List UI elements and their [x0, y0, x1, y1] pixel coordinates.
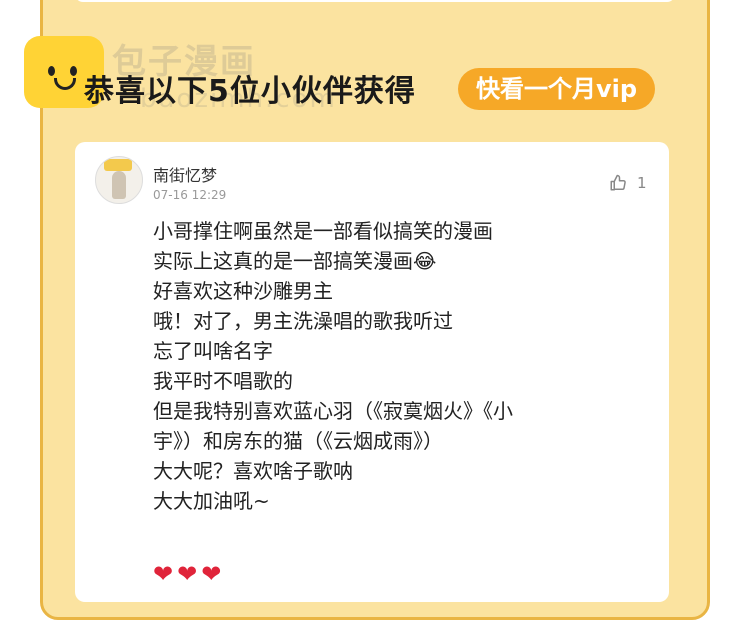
like-count: 1	[637, 174, 647, 192]
previous-card-edge	[75, 0, 675, 2]
comment-body: 小哥撑住啊虽然是一部看似搞笑的漫画 实际上这真的是一部搞笑漫画😂 好喜欢这种沙雕…	[153, 216, 653, 516]
avatar-badge-icon	[104, 159, 132, 171]
thumbs-up-icon	[609, 174, 627, 192]
comment-line: 实际上这真的是一部搞笑漫画😂	[153, 249, 437, 273]
comment-line: 好喜欢这种沙雕男主	[153, 279, 333, 303]
reward-pill: 快看一个月vip	[458, 68, 656, 110]
avatar[interactable]	[95, 156, 143, 204]
comment-line: 哦！对了，男主洗澡唱的歌我听过	[153, 309, 453, 333]
comment-line: 大大加油吼~	[153, 489, 270, 513]
comment-date: 07-16 12:29	[153, 188, 227, 202]
comment-line: 宇》）和房东的猫（《云烟成雨》）	[153, 429, 443, 453]
comment-line: 忘了叫啥名字	[153, 339, 273, 363]
comment-line: 大大呢？喜欢啥子歌呐	[153, 459, 353, 483]
avatar-figure-icon	[112, 171, 126, 199]
like-button[interactable]: 1	[609, 174, 647, 192]
comment-card: 南街忆梦 07-16 12:29 1 小哥撑住啊虽然是一部看似搞笑的漫画 实际上…	[75, 142, 669, 602]
headline: 恭喜以下5位小伙伴获得	[84, 74, 416, 109]
heart-icon: ❤	[177, 560, 198, 588]
hearts-row: ❤ ❤ ❤	[153, 560, 221, 588]
comment-username[interactable]: 南街忆梦	[153, 162, 217, 186]
comment-line: 但是我特别喜欢蓝心羽（《寂寞烟火》《小	[153, 399, 513, 423]
heart-icon: ❤	[201, 560, 222, 588]
heart-icon: ❤	[153, 560, 174, 588]
comment-line: 我平时不唱歌的	[153, 369, 293, 393]
comment-line: 小哥撑住啊虽然是一部看似搞笑的漫画	[153, 219, 493, 243]
